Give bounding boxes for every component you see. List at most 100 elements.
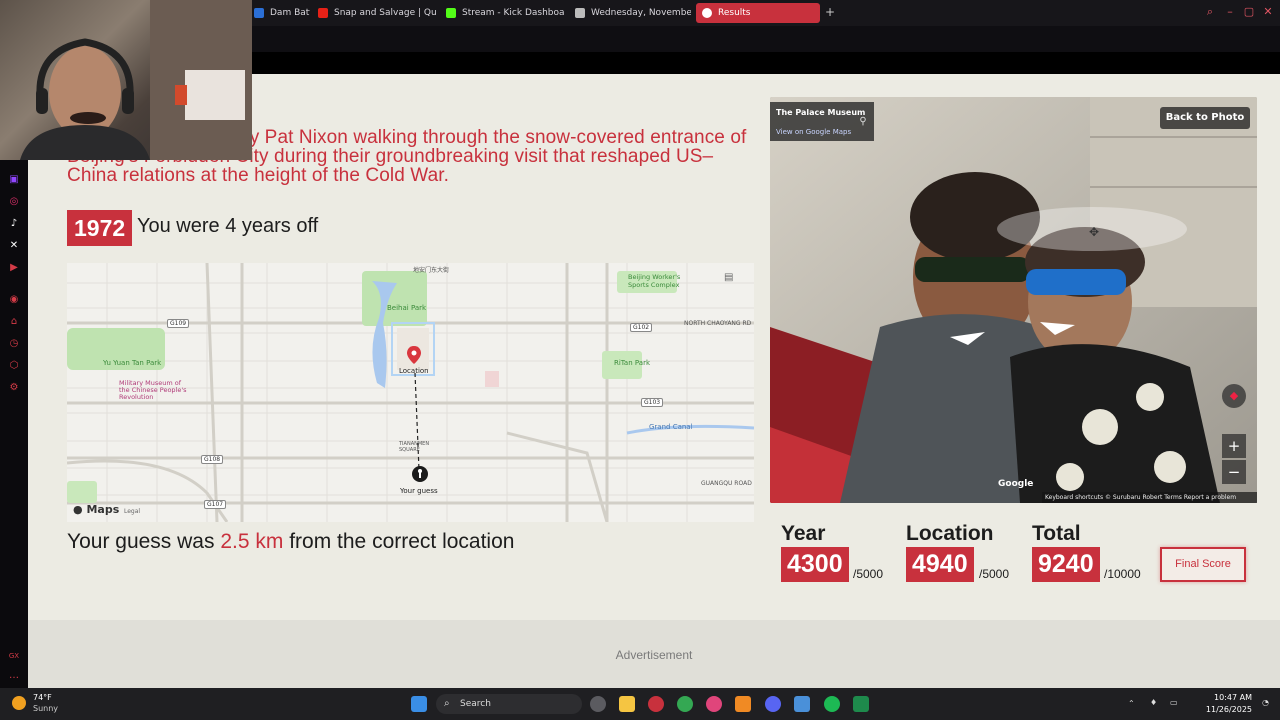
apple-icon: ●	[73, 503, 83, 516]
copilot-icon[interactable]	[590, 696, 606, 712]
map-legal-link[interactable]: Legal	[124, 508, 140, 515]
map-label-tiananmen: TIANANMEN SQUARE	[399, 441, 430, 453]
guess-distance-value: 2.5 km	[220, 530, 284, 553]
location-score-label: Location	[906, 522, 994, 545]
close-icon[interactable]: ✕	[1262, 6, 1274, 18]
tab-results[interactable]: Results	[696, 3, 820, 23]
chrome-icon[interactable]	[677, 696, 693, 712]
year-score-max: /5000	[853, 567, 884, 581]
microphone-icon[interactable]: ♦	[1150, 698, 1157, 707]
year-feedback: You were 4 years off	[137, 215, 319, 237]
start-button-icon[interactable]	[411, 696, 427, 712]
twitch-icon[interactable]: ▣	[8, 174, 20, 186]
spotify-icon[interactable]	[824, 696, 840, 712]
network-icon[interactable]: ▭	[1170, 698, 1178, 707]
road-badge: G108	[201, 455, 224, 464]
road-badge: G107	[204, 500, 227, 509]
x-icon[interactable]: ✕	[8, 240, 20, 252]
extensions-icon[interactable]: ⬡	[8, 360, 20, 372]
map-pin-icon[interactable]: ⚲	[858, 116, 868, 128]
advertisement-label: Advertisement	[615, 648, 693, 662]
youtube-icon	[318, 8, 328, 18]
settings-icon[interactable]: ⚙	[8, 382, 20, 394]
tiktok-icon[interactable]: ♪	[8, 218, 20, 230]
clock-time[interactable]: 10:47 AM	[1210, 693, 1252, 702]
weather-icon[interactable]	[12, 696, 26, 710]
your-guess-pin-icon[interactable]	[411, 465, 429, 483]
street-view-footer[interactable]: Keyboard shortcuts © Surubaru Robert Ter…	[1042, 492, 1257, 503]
map-label-yuyuantan: Yu Yuan Tan Park	[103, 359, 162, 367]
total-score-max: /10000	[1104, 567, 1141, 581]
correct-year-badge: 1972	[67, 210, 133, 246]
street-view-panorama[interactable]	[770, 97, 1257, 503]
notification-icon[interactable]: ◔	[1262, 698, 1269, 707]
zoom-in-button[interactable]: +	[1222, 434, 1246, 458]
discord-icon[interactable]	[765, 696, 781, 712]
zoom-out-button[interactable]: −	[1222, 460, 1246, 484]
player-icon[interactable]: ◉	[8, 294, 20, 306]
youtube-icon[interactable]: ▶	[8, 262, 20, 274]
total-score-label: Total	[1032, 522, 1081, 545]
move-cursor-icon: ✥	[1088, 225, 1100, 239]
clock-date[interactable]: 11/26/2025	[1202, 705, 1252, 714]
google-logo: Google	[998, 479, 1034, 489]
tab-favicon-icon	[254, 8, 264, 18]
gx-icon[interactable]: GX	[8, 650, 20, 662]
map-label-north-chaoyang: NORTH CHAOYANG RD	[684, 320, 752, 327]
tab-favicon-icon	[575, 8, 585, 18]
map-label-north: 地安门东大街	[413, 267, 450, 274]
tab-wednesday[interactable]: Wednesday, November 2	[569, 3, 691, 23]
kick-icon	[446, 8, 456, 18]
opera-gx-icon[interactable]	[648, 696, 664, 712]
tray-chevron-icon[interactable]: ⌃	[1128, 699, 1135, 708]
weather-temp[interactable]: 74°F	[33, 693, 52, 702]
map-label-workers-complex: Beijing Worker's Sports Complex	[628, 273, 681, 289]
tab-snap-and-salvage[interactable]: Snap and Salvage | Ques	[312, 3, 436, 23]
search-icon[interactable]: ⌕	[1204, 6, 1216, 18]
map-label-ritan: RiTan Park	[614, 359, 651, 367]
minimize-icon[interactable]: –	[1224, 6, 1236, 18]
weather-desc[interactable]: Sunny	[33, 704, 58, 713]
road-badge: G102	[630, 323, 653, 332]
webcam-overlay	[0, 0, 252, 160]
webcam-image	[20, 0, 252, 160]
advertisement-area: Advertisement	[28, 620, 1280, 688]
tab-favicon-icon	[702, 8, 712, 18]
browser-sidebar: ▣ ◎ ♪ ✕ ▶ ◉ ⌂ ◷ ⬡ ⚙ GX …	[0, 160, 28, 688]
map-label-beihai: Beihai Park	[387, 304, 427, 312]
tab-kick-dashboard[interactable]: Stream - Kick Dashboard	[440, 3, 564, 23]
map-label-military-museum: Military Museum of the Chinese People's …	[119, 379, 187, 401]
final-score-button[interactable]: Final Score	[1160, 547, 1246, 582]
result-map[interactable]: 地安门东大街 Beihai Park Yu Yuan Tan Park Mili…	[67, 263, 754, 522]
apple-maps-logo: ● Maps	[73, 503, 120, 516]
map-label-grand-canal: Grand Canal	[649, 423, 693, 431]
history-icon[interactable]: ◷	[8, 338, 20, 350]
view-on-google-maps-link[interactable]: View on Google Maps	[776, 128, 851, 136]
guess-distance-text: Your guess was 2.5 km from the correct l…	[67, 530, 515, 553]
app-icon[interactable]	[794, 696, 810, 712]
compass-icon[interactable]: ◆	[1222, 384, 1246, 408]
map-label-your-guess: Your guess	[400, 487, 438, 495]
excel-icon[interactable]	[853, 696, 869, 712]
back-to-photo-button[interactable]: Back to Photo	[1160, 107, 1250, 129]
maximize-icon[interactable]: ▢	[1243, 6, 1255, 18]
map-label-location: Location	[399, 367, 429, 375]
map-mode-icon[interactable]: ▤	[724, 272, 733, 283]
road-badge: G103	[641, 398, 664, 407]
location-score-value: 4940	[906, 547, 974, 582]
correct-location-pin-icon[interactable]	[406, 345, 422, 365]
location-score-max: /5000	[979, 567, 1010, 581]
road-badge: G109	[167, 319, 190, 328]
tab-dam-battlegrounds[interactable]: Dam Battleg	[248, 3, 310, 23]
total-score-value: 9240	[1032, 547, 1100, 582]
file-explorer-icon[interactable]	[619, 696, 635, 712]
more-icon[interactable]: …	[8, 670, 20, 682]
app-icon[interactable]	[706, 696, 722, 712]
search-icon: ⌕	[444, 698, 450, 709]
bookmark-icon[interactable]: ⌂	[8, 316, 20, 328]
instagram-icon[interactable]: ◎	[8, 196, 20, 208]
vlc-icon[interactable]	[735, 696, 751, 712]
windows-taskbar: 74°F Sunny	[0, 688, 1280, 720]
taskbar-search[interactable]: Search	[436, 694, 582, 714]
new-tab-button[interactable]: +	[824, 6, 836, 18]
